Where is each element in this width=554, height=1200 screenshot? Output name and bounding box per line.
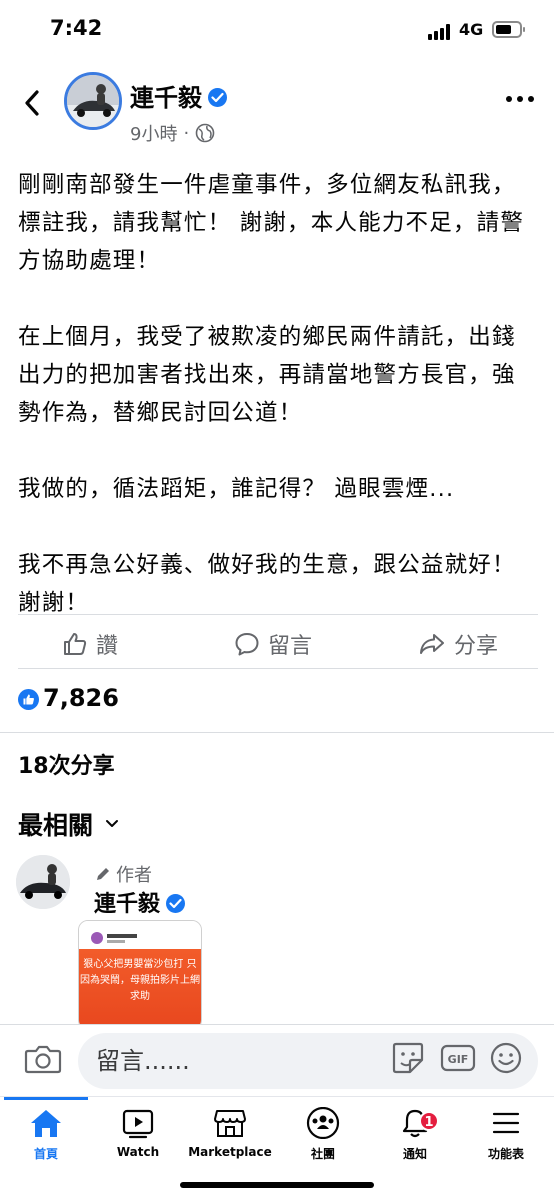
comment-button[interactable]: 留言 bbox=[234, 626, 312, 662]
nav-marketplace[interactable]: Marketplace bbox=[182, 1107, 278, 1159]
post-meta: 9小時 · bbox=[130, 120, 215, 146]
globe-icon bbox=[195, 123, 215, 143]
groups-icon bbox=[306, 1107, 340, 1139]
nav-watch-label: Watch bbox=[116, 1145, 160, 1159]
emoji-icon bbox=[490, 1042, 522, 1074]
like-reaction-icon bbox=[18, 689, 39, 710]
thumbs-up-icon bbox=[64, 633, 87, 655]
commenter-avatar[interactable] bbox=[16, 855, 70, 909]
nav-notifications[interactable]: 1 通知 bbox=[367, 1107, 463, 1162]
share-button[interactable]: 分享 bbox=[418, 626, 498, 662]
avatar-image bbox=[16, 855, 70, 909]
status-time: 7:42 bbox=[50, 16, 103, 40]
gif-button[interactable]: GIF bbox=[440, 1043, 476, 1073]
battery-level bbox=[496, 25, 511, 34]
gif-icon: GIF bbox=[440, 1044, 476, 1072]
nav-watch[interactable]: Watch bbox=[90, 1107, 186, 1159]
chevron-down-icon bbox=[106, 820, 119, 827]
nav-marketplace-label: Marketplace bbox=[188, 1145, 272, 1159]
post-paragraph: 剛剛南部發生一件虐童事件，多位網友私訊我，標註我，請我幫忙！ 謝謝，本人能力不足… bbox=[18, 172, 525, 274]
author-name[interactable]: 連千毅 bbox=[130, 78, 227, 113]
more-options-button[interactable] bbox=[506, 96, 536, 106]
post-paragraph: 我不再急公好義、做好我的生意，跟公益就好！謝謝！ bbox=[18, 552, 516, 616]
active-tab-indicator bbox=[4, 1097, 88, 1100]
commenter-name-text: 連千毅 bbox=[94, 892, 161, 917]
comment-icon bbox=[235, 633, 259, 656]
divider bbox=[18, 668, 538, 669]
nav-groups[interactable]: 社團 bbox=[275, 1107, 371, 1162]
divider bbox=[18, 614, 538, 615]
comment-image[interactable]: 狠心父把男嬰當沙包打 只因為哭鬧，母親拍影片上網求助 bbox=[78, 920, 202, 1030]
notification-badge: 1 bbox=[419, 1111, 439, 1131]
nav-groups-label: 社團 bbox=[310, 1147, 335, 1161]
camera-button[interactable] bbox=[24, 1043, 62, 1075]
back-button[interactable] bbox=[18, 86, 48, 120]
share-label: 分享 bbox=[454, 634, 499, 659]
home-indicator bbox=[180, 1182, 374, 1188]
reaction-count[interactable]: 7,826 bbox=[43, 684, 119, 712]
verified-badge-icon bbox=[166, 893, 186, 913]
comment-sort-label: 最相關 bbox=[18, 811, 94, 840]
share-count-number: 18 bbox=[18, 754, 49, 779]
commenter-name[interactable]: 連千毅 bbox=[94, 886, 186, 918]
watch-icon bbox=[122, 1109, 154, 1139]
share-count[interactable]: 18次分享 bbox=[18, 748, 115, 780]
share-count-suffix: 次分享 bbox=[48, 754, 115, 779]
comment-image-header bbox=[79, 921, 201, 949]
author-avatar[interactable] bbox=[64, 72, 122, 130]
signal-icon bbox=[428, 24, 454, 40]
battery-icon bbox=[492, 21, 525, 38]
post-paragraph: 在上個月，我受了被欺凌的鄉民兩件請託，出錢出力的把加害者找出來，再請當地警方長官… bbox=[18, 324, 516, 426]
pencil-icon bbox=[97, 868, 109, 880]
sticker-icon bbox=[392, 1042, 424, 1074]
author-tag-label: 作者 bbox=[116, 865, 152, 886]
nav-notifications-label: 通知 bbox=[402, 1147, 427, 1161]
svg-text:GIF: GIF bbox=[448, 1053, 469, 1066]
like-label: 讚 bbox=[96, 634, 119, 659]
author-name-text: 連千毅 bbox=[130, 84, 202, 112]
post-text: 剛剛南部發生一件虐童事件，多位網友私訊我，標註我，請我幫忙！ 謝謝，本人能力不足… bbox=[18, 166, 538, 622]
chevron-left-icon bbox=[25, 90, 39, 116]
author-tag: 作者 bbox=[94, 861, 152, 887]
network-type: 4G bbox=[459, 20, 484, 39]
comment-sort-dropdown[interactable]: 最相關 bbox=[18, 806, 119, 842]
emoji-button[interactable] bbox=[489, 1041, 523, 1075]
sticker-button[interactable] bbox=[390, 1040, 426, 1076]
status-bar: 7:42 4G bbox=[0, 0, 554, 60]
like-button[interactable]: 讚 bbox=[62, 626, 118, 662]
avatar-image bbox=[67, 75, 119, 127]
comment-label: 留言 bbox=[268, 634, 313, 659]
post-paragraph: 我做的，循法蹈矩，誰記得？ 過眼雲煙... bbox=[18, 476, 455, 502]
post-time[interactable]: 9小時 bbox=[130, 120, 177, 146]
marketplace-icon bbox=[214, 1110, 246, 1137]
nav-menu[interactable]: 功能表 bbox=[458, 1107, 554, 1162]
verified-badge-icon bbox=[208, 87, 227, 107]
nav-home[interactable]: 首頁 bbox=[0, 1107, 94, 1162]
menu-icon bbox=[492, 1112, 520, 1134]
nav-home-label: 首頁 bbox=[33, 1147, 58, 1161]
divider bbox=[0, 732, 554, 733]
share-icon bbox=[420, 634, 444, 654]
home-icon bbox=[31, 1110, 61, 1137]
camera-icon bbox=[24, 1045, 62, 1074]
nav-menu-label: 功能表 bbox=[487, 1147, 524, 1161]
comment-image-headline: 狠心父把男嬰當沙包打 只因為哭鬧，母親拍影片上網求助 bbox=[79, 949, 201, 1029]
meta-separator: · bbox=[183, 122, 190, 144]
